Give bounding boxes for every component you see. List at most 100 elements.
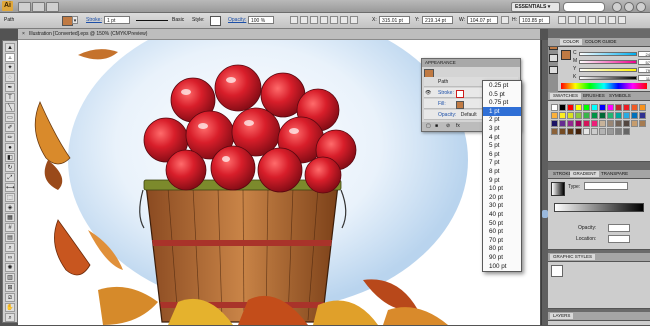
tab-swatches[interactable]: SWATCHES [550,93,582,99]
color-swatch[interactable] [559,128,566,135]
blend-tool-icon[interactable]: ∞ [5,253,15,262]
color-swatch[interactable] [599,120,606,127]
color-swatch[interactable] [591,120,598,127]
color-swatch[interactable] [583,104,590,111]
document-close-icon[interactable]: × [22,31,25,37]
gradient-opacity-field[interactable] [608,224,630,232]
color-swatch[interactable] [615,120,622,127]
paintbrush-tool-icon[interactable]: ✐ [5,123,15,132]
magenta-slider[interactable] [579,60,637,64]
fill-dropdown[interactable]: ▾ [72,16,78,24]
stroke-weight-option[interactable]: 100 pt [483,262,521,272]
black-slider[interactable] [579,76,637,80]
scale-tool-icon[interactable]: ⤢ [5,173,15,182]
color-swatch[interactable] [639,104,646,111]
brushes-panel-icon[interactable] [549,66,558,74]
blob-brush-tool-icon[interactable]: ● [5,143,15,152]
tab-layers[interactable]: LAYERS [550,313,574,319]
color-swatch[interactable] [559,120,566,127]
eraser-tool-icon[interactable]: ◧ [5,153,15,162]
perspective-grid-tool-icon[interactable]: ▦ [5,213,15,222]
color-swatch[interactable] [615,128,622,135]
tab-gradient[interactable]: GRADIENT [570,171,600,177]
color-swatch[interactable] [607,112,614,119]
stroke-label-link[interactable]: Stroke: [86,17,102,23]
align-bottom-icon[interactable] [340,16,348,24]
color-swatch[interactable] [607,120,614,127]
cyan-slider[interactable] [579,52,637,56]
default-graphic-style[interactable] [551,265,563,277]
distribute-icon[interactable] [598,16,606,24]
select-similar-icon[interactable] [568,16,576,24]
color-swatch[interactable] [615,104,622,111]
type-tool-icon[interactable]: T [5,93,15,102]
color-swatch[interactable] [599,104,606,111]
gradient-slider[interactable] [554,203,644,212]
color-swatch[interactable] [631,112,638,119]
gradient-location-field[interactable] [608,235,630,243]
zoom-tool-icon[interactable]: ⌕ [5,313,15,322]
color-spectrum[interactable] [561,83,647,89]
stroke-weight-field[interactable]: 1 pt [104,16,130,24]
free-transform-tool-icon[interactable]: ⬚ [5,193,15,202]
color-swatch[interactable] [591,112,598,119]
artboard-tool-icon[interactable]: ⊞ [5,283,15,292]
yellow-slider[interactable] [579,68,637,72]
tab-brushes[interactable]: BRUSHES [580,93,608,99]
height-field[interactable]: 103.85 pt [519,16,550,24]
bridge-icon[interactable] [18,2,31,12]
hand-tool-icon[interactable]: ✋ [5,303,15,312]
mesh-tool-icon[interactable]: # [5,223,15,232]
color-swatch[interactable] [607,128,614,135]
rotate-tool-icon[interactable]: ↻ [5,163,15,172]
color-swatch[interactable] [639,112,646,119]
color-swatch[interactable] [551,128,558,135]
align-left-icon[interactable] [290,16,298,24]
color-swatch[interactable] [591,104,598,111]
color-swatch[interactable] [551,112,558,119]
color-swatch[interactable] [599,128,606,135]
gradient-tool-icon[interactable]: ▤ [5,233,15,242]
constrain-proportions-icon[interactable] [501,16,509,24]
y-field[interactable]: 219.14 pt [422,16,453,24]
rectangle-tool-icon[interactable]: ▭ [5,113,15,122]
color-swatch[interactable] [567,120,574,127]
color-swatch[interactable] [575,128,582,135]
color-swatch[interactable] [591,128,598,135]
color-swatch[interactable] [623,128,630,135]
pen-tool-icon[interactable]: ✒ [5,83,15,92]
color-swatch[interactable] [631,120,638,127]
stroke-swatch-icon[interactable] [456,90,464,98]
swatches-panel-icon[interactable] [549,54,558,62]
color-swatch[interactable] [631,104,638,111]
color-swatch[interactable] [583,112,590,119]
minimize-button[interactable] [612,2,622,12]
gradient-type-select[interactable] [584,182,628,190]
document-tab-title[interactable]: Illustration [Converted].eps @ 150% (CMY… [29,31,147,37]
eyedropper-tool-icon[interactable]: ⌕ [5,243,15,252]
lasso-tool-icon[interactable]: ◌ [5,73,15,82]
workspace-switcher[interactable]: ESSENTIALS ▾ [511,2,560,12]
cyan-value[interactable]: 24 [638,51,650,57]
yellow-value[interactable]: 79 [638,67,650,73]
color-swatch[interactable] [567,128,574,135]
shape-builder-tool-icon[interactable]: ◈ [5,203,15,212]
isolate-group-icon[interactable] [558,16,566,24]
color-swatch[interactable] [623,104,630,111]
color-swatch[interactable] [575,104,582,111]
tab-symbols[interactable]: SYMBOLS [606,93,634,99]
close-button[interactable] [636,2,646,12]
visibility-eye-icon[interactable]: 👁 [425,90,431,96]
color-swatch[interactable] [551,104,558,111]
line-segment-tool-icon[interactable]: ╲ [5,103,15,112]
symbol-sprayer-tool-icon[interactable]: ✺ [5,263,15,272]
color-swatch[interactable] [615,112,622,119]
add-fill-icon[interactable]: ■ [435,123,438,129]
width-field[interactable]: 104.07 pt [467,16,498,24]
color-swatch[interactable] [567,104,574,111]
direct-selection-tool-icon[interactable]: ▵ [5,53,15,62]
align-middle-icon[interactable] [330,16,338,24]
clear-appearance-icon[interactable]: ⊘ [446,123,450,129]
color-swatch[interactable] [623,112,630,119]
color-swatch[interactable] [599,112,606,119]
